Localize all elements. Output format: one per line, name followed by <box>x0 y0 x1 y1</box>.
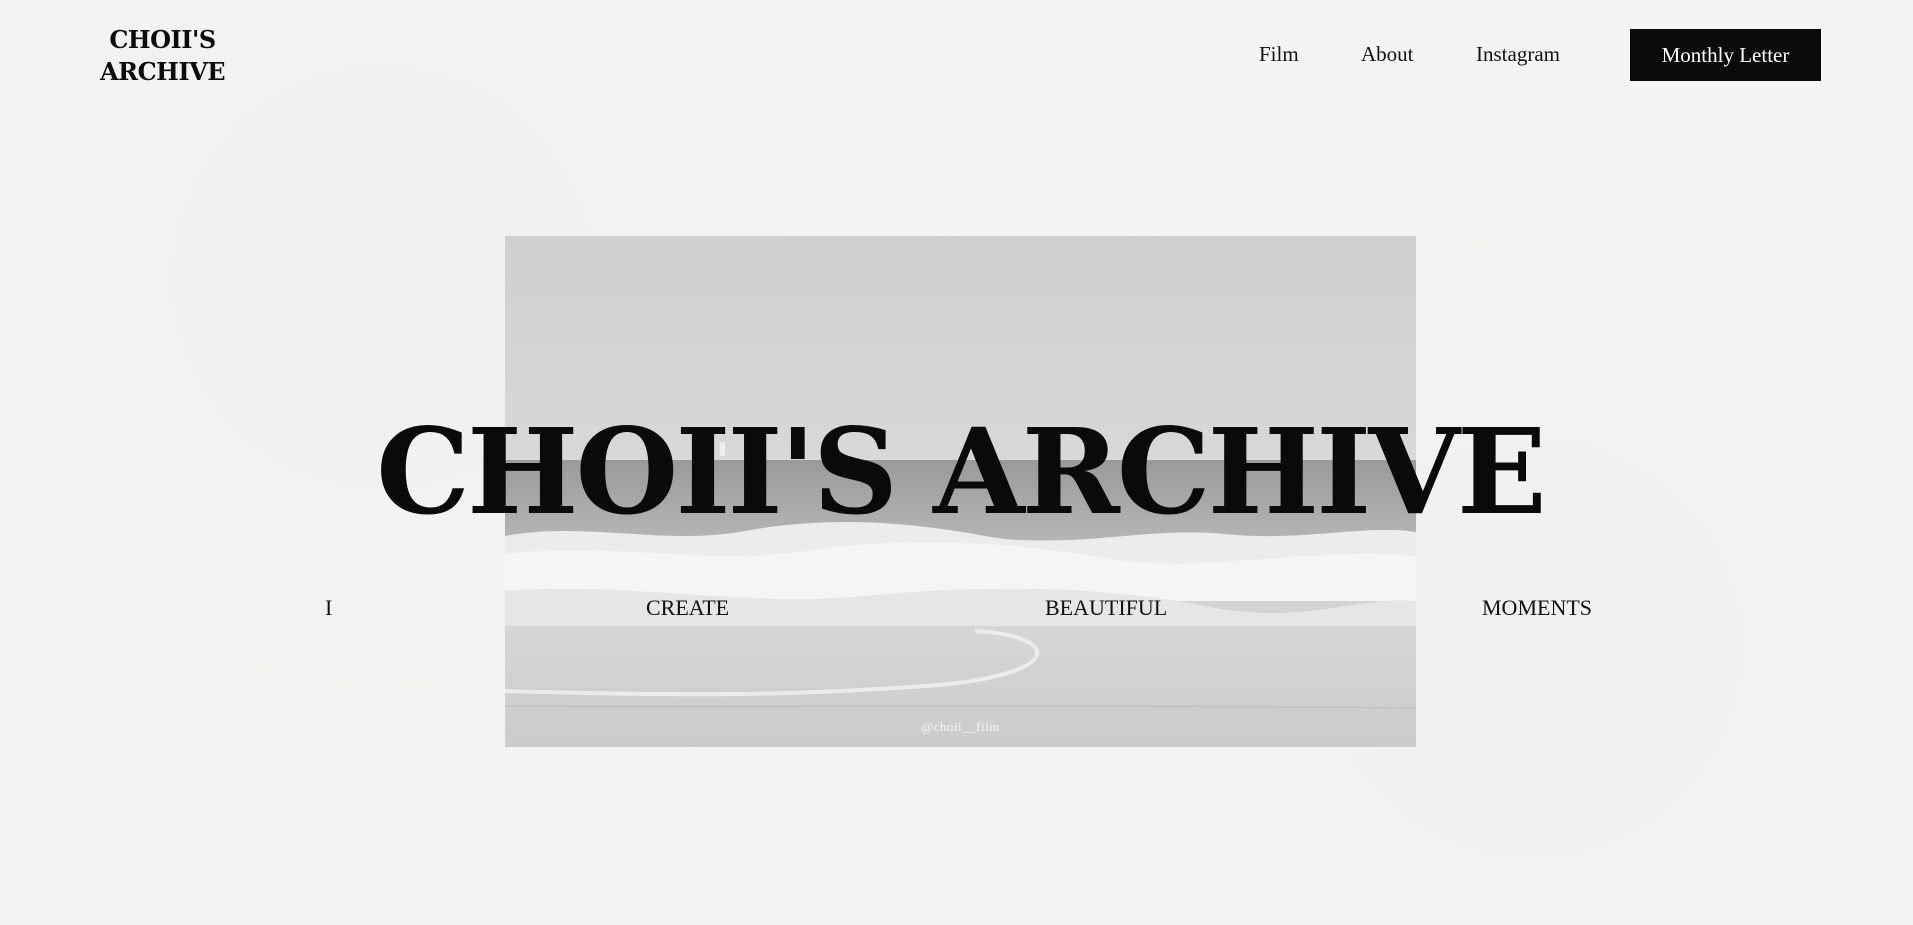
tagline-word-i: I <box>325 595 333 620</box>
logo-line-1: CHOII'S <box>109 25 216 54</box>
nav-link-about[interactable]: About <box>1361 42 1414 67</box>
logo-line-2: ARCHIVE <box>100 57 225 86</box>
tagline-word-beautiful: BEAUTIFUL <box>1045 595 1168 620</box>
site-logo[interactable]: CHOII'S ARCHIVE <box>100 24 225 88</box>
monthly-letter-button[interactable]: Monthly Letter <box>1630 29 1821 81</box>
photo-credit: @choii__film <box>921 719 1000 734</box>
nav-link-film[interactable]: Film <box>1259 42 1299 67</box>
hero-title: CHOII'S ARCHIVE <box>376 402 1547 541</box>
tagline-word-moments: MOMENTS <box>1482 595 1593 620</box>
tagline-word-create: CREATE <box>646 595 730 620</box>
nav-link-instagram[interactable]: Instagram <box>1476 42 1560 67</box>
